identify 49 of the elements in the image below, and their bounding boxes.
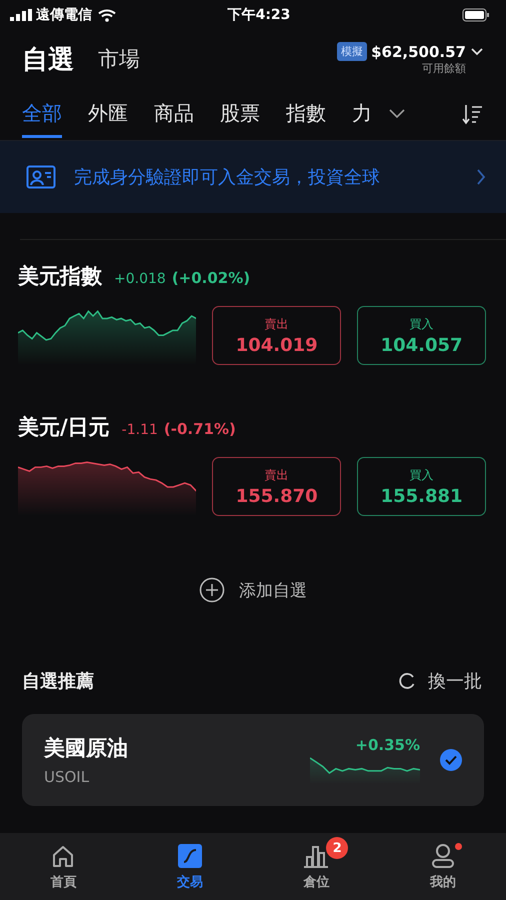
price-change: -1.11 [122,422,158,438]
nav-tab[interactable]: 交易 [126,833,253,900]
demo-badge: 模擬 [337,42,368,61]
nav-tab[interactable]: 倉位 2 [253,833,380,900]
category-tab[interactable]: 外匯 [88,90,128,138]
category-tab[interactable]: 商品 [154,90,194,138]
plus-circle-icon [199,577,225,603]
instrument-name[interactable]: 美元指數 [18,262,102,290]
carrier-name: 遠傳電信 [36,6,92,24]
instrument-name: 美國原油 [44,735,129,762]
balance-amount[interactable]: $62,500.57 [371,42,466,60]
category-tab[interactable]: 全部 [22,90,62,138]
profile-icon [430,842,456,868]
sell-button[interactable]: 賣出 104.019 [212,306,342,365]
verification-banner[interactable]: 完成身分驗證即可入金交易，投資全球 [0,141,506,213]
header-tab[interactable]: 自選 [22,42,74,76]
signal-icon [10,9,32,21]
notification-badge: 2 [326,837,348,859]
checkmark-icon[interactable] [440,749,462,771]
sort-icon[interactable] [462,103,484,125]
chevron-right-icon [476,168,486,186]
battery-icon [462,8,490,22]
buy-button[interactable]: 買入 155.881 [357,457,486,516]
instrument-name[interactable]: 美元/日元 [18,413,110,441]
refresh-button[interactable]: 換一批 [392,668,488,694]
recommendation-card[interactable]: 美國原油 USOIL +0.35% [22,714,484,806]
chart-curve-icon [176,842,203,868]
category-tab[interactable]: 股票 [220,90,260,138]
category-tab[interactable]: 指數 [286,90,326,138]
clock-time: 下午4:23 [228,6,292,24]
percent-change: (-0.71%) [164,420,236,438]
nav-tab[interactable]: 我的 [380,833,506,900]
header-tab[interactable]: 市場 [98,45,140,73]
balance-label: 可用餘額 [422,61,466,76]
banner-text: 完成身分驗證即可入金交易，投資全球 [74,166,381,189]
category-tab[interactable]: 力 [352,90,372,138]
wifi-icon [98,8,116,22]
instrument-symbol: USOIL [44,768,90,786]
add-watchlist-button[interactable]: 添加自選 [193,576,313,604]
nav-tab[interactable]: 首頁 [0,833,126,900]
percent-change: +0.35% [355,736,420,754]
chevron-down-icon[interactable] [388,108,406,120]
buy-button[interactable]: 買入 104.057 [357,306,486,365]
refresh-icon [398,672,416,690]
percent-change: (+0.02%) [172,269,250,287]
price-change: +0.018 [114,271,166,287]
id-card-icon [26,165,56,189]
sell-button[interactable]: 賣出 155.870 [212,457,342,516]
section-title: 自選推薦 [22,670,94,693]
